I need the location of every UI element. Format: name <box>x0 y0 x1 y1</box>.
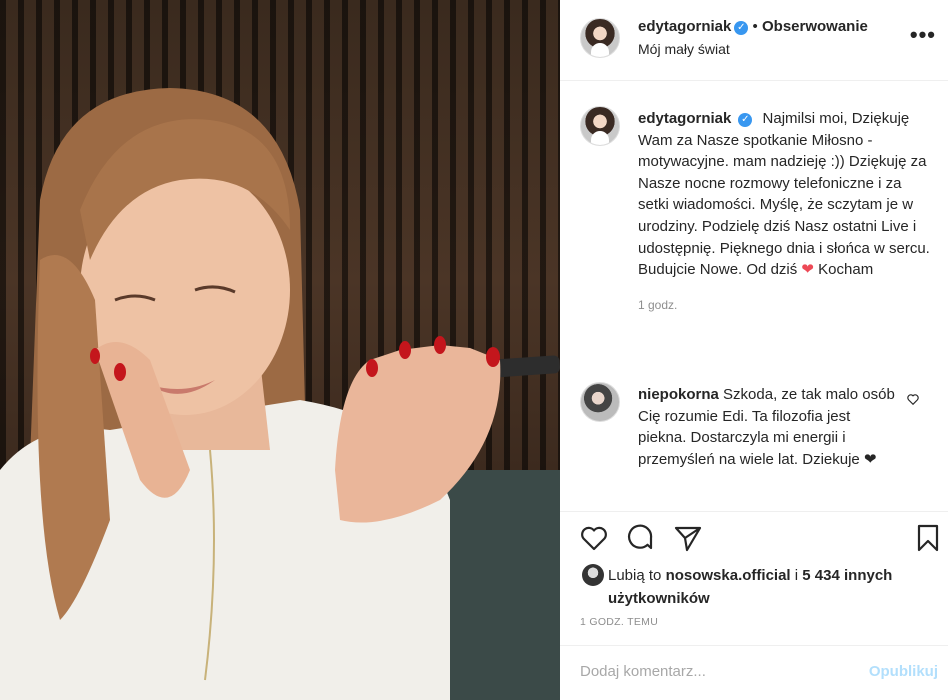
comment-like-heart-icon[interactable] <box>906 392 920 406</box>
like-heart-icon[interactable] <box>578 522 610 554</box>
post-caption: edytagorniak ✓ Najmilsi moi, Dziękuję Wam… <box>638 108 930 316</box>
liker-username[interactable]: nosowska.official <box>666 567 791 584</box>
author-username[interactable]: edytagorniak <box>638 18 731 35</box>
post-photo[interactable] <box>0 0 560 700</box>
caption-author-avatar[interactable] <box>580 106 620 146</box>
share-paper-plane-icon[interactable] <box>672 522 704 554</box>
likes-conjunction: i <box>794 567 799 584</box>
save-bookmark-icon[interactable] <box>912 522 944 554</box>
divider <box>560 645 948 646</box>
likes-summary: Lubią to nosowska.official i 5 434 innyc… <box>608 564 908 610</box>
commenter-avatar[interactable] <box>580 382 620 422</box>
comment-item: niepokorna Szkoda, ze tak malo osób Cię … <box>638 384 900 470</box>
commenter-username[interactable]: niepokorna <box>638 386 719 403</box>
divider <box>560 511 948 512</box>
add-comment-input[interactable]: Dodaj komentarz... <box>580 663 706 680</box>
following-button[interactable]: Obserwowanie <box>762 18 868 35</box>
comment-bubble-icon[interactable] <box>624 522 656 554</box>
caption-text-end: Kocham <box>818 261 874 279</box>
woman-on-phone-illustration <box>0 88 560 700</box>
red-heart-emoji: ❤ <box>801 261 814 279</box>
post-panel: edytagorniak ✓ • Obserwowanie Mój mały św… <box>560 0 948 700</box>
publish-button[interactable]: Opublikuj <box>869 663 938 680</box>
likes-prefix: Lubią to <box>608 567 662 584</box>
post-header: edytagorniak ✓ • Obserwowanie Mój mały św… <box>560 0 948 81</box>
verified-badge-icon: ✓ <box>738 113 753 127</box>
author-line: edytagorniak ✓ • Obserwowanie <box>638 18 868 35</box>
author-avatar[interactable] <box>580 18 620 58</box>
action-bar <box>560 520 948 560</box>
verified-badge-icon: ✓ <box>734 21 749 35</box>
caption-username[interactable]: edytagorniak <box>638 110 731 127</box>
separator-dot: • <box>752 18 758 35</box>
liker-avatar[interactable] <box>582 564 604 586</box>
caption-text: Najmilsi moi, Dziękuję Wam za Nasze spot… <box>638 110 930 279</box>
black-heart-emoji: ❤ <box>863 450 877 468</box>
post-timestamp[interactable]: 1 GODZ. TEMU <box>580 616 658 628</box>
caption-timestamp[interactable]: 1 godz. <box>638 295 930 317</box>
location-link[interactable]: Mój mały świat <box>638 41 730 57</box>
more-options-icon[interactable]: ••• <box>910 22 936 48</box>
